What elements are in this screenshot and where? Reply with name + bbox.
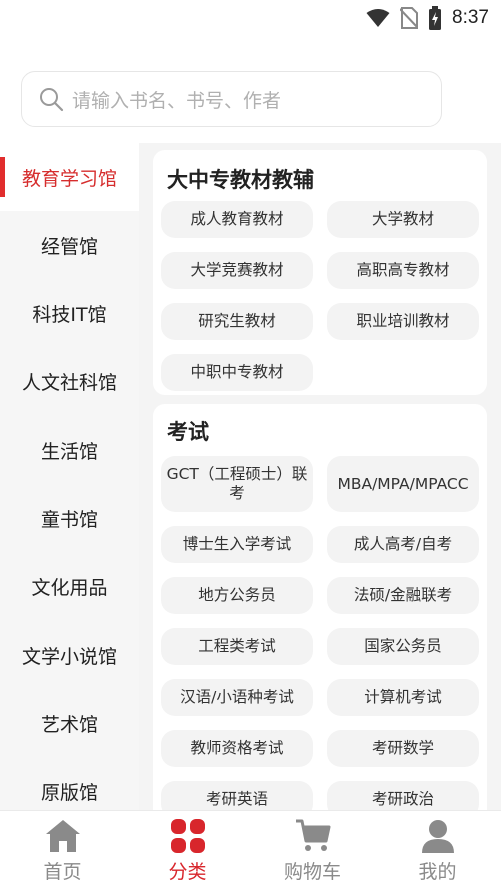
search-placeholder: 请输入书名、书号、作者: [72, 89, 282, 112]
nav-profile[interactable]: 我的: [375, 819, 500, 884]
status-time: 8:37: [452, 7, 489, 28]
category-content: 大中专教材教辅 成人教育教材 大学教材 大学竞赛教材 高职高专教材 研究生教材 …: [139, 143, 501, 810]
cart-icon: [295, 819, 330, 851]
sidebar-item-life[interactable]: 生活馆: [0, 416, 139, 484]
subcategory-chip[interactable]: 考研数学: [327, 730, 479, 767]
subcategory-chip[interactable]: MBA/MPA/MPACC: [327, 456, 479, 512]
nav-home-label: 首页: [43, 861, 82, 883]
wifi-icon: [366, 9, 390, 27]
status-bar: 8:37: [0, 0, 501, 36]
sidebar-item-stationery[interactable]: 文化用品: [0, 552, 139, 620]
nav-category[interactable]: 分类: [125, 819, 250, 884]
sidebar-item-fiction[interactable]: 文学小说馆: [0, 621, 139, 689]
subcategory-chip[interactable]: 考研英语: [161, 781, 313, 810]
subcategory-chip[interactable]: 成人高考/自考: [327, 526, 479, 563]
no-sim-icon: [400, 7, 419, 29]
subcategory-chip[interactable]: 高职高专教材: [327, 252, 479, 289]
subcategory-chip[interactable]: 地方公务员: [161, 577, 313, 614]
subcategory-chip[interactable]: 考研政治: [327, 781, 479, 810]
search-icon: [40, 88, 64, 112]
sidebar-item-education[interactable]: 教育学习馆: [0, 143, 139, 211]
subcategory-chip[interactable]: 工程类考试: [161, 628, 313, 665]
sidebar-item-art[interactable]: 艺术馆: [0, 689, 139, 757]
section-title: 考试: [167, 420, 209, 444]
category-icon: [170, 819, 205, 853]
bottom-nav: 首页 分类 购物车 我的: [0, 810, 501, 893]
nav-category-label: 分类: [168, 861, 207, 883]
nav-cart[interactable]: 购物车: [250, 819, 375, 884]
status-icons: 8:37: [366, 6, 489, 30]
sidebar-item-economics[interactable]: 经管馆: [0, 211, 139, 279]
subcategory-chip[interactable]: GCT（工程硕士）联考: [161, 456, 313, 512]
subcategory-chip[interactable]: 教师资格考试: [161, 730, 313, 767]
subcategory-chip[interactable]: 职业培训教材: [327, 303, 479, 340]
search-input[interactable]: 请输入书名、书号、作者: [21, 71, 442, 127]
sidebar-item-children[interactable]: 童书馆: [0, 484, 139, 552]
section-title: 大中专教材教辅: [167, 168, 314, 192]
sidebar-item-tech-it[interactable]: 科技IT馆: [0, 279, 139, 347]
subcategory-chip[interactable]: 博士生入学考试: [161, 526, 313, 563]
subcategory-chip[interactable]: 法硕/金融联考: [327, 577, 479, 614]
profile-icon: [421, 820, 454, 853]
subcategory-chip[interactable]: 汉语/小语种考试: [161, 679, 313, 716]
section-card-textbooks: 大中专教材教辅 成人教育教材 大学教材 大学竞赛教材 高职高专教材 研究生教材 …: [153, 150, 487, 395]
subcategory-chip[interactable]: 大学教材: [327, 201, 479, 238]
subcategory-chip[interactable]: 计算机考试: [327, 679, 479, 716]
category-sidebar: 教育学习馆 经管馆 科技IT馆 人文社科馆 生活馆 童书馆 文化用品 文学小说馆…: [0, 143, 139, 810]
subcategory-chip[interactable]: 成人教育教材: [161, 201, 313, 238]
subcategory-chip[interactable]: 大学竞赛教材: [161, 252, 313, 289]
sidebar-item-humanities[interactable]: 人文社科馆: [0, 347, 139, 415]
subcategory-chip[interactable]: 研究生教材: [161, 303, 313, 340]
section-card-exams: 考试 GCT（工程硕士）联考 MBA/MPA/MPACC 博士生入学考试 成人高…: [153, 404, 487, 810]
nav-home[interactable]: 首页: [0, 819, 125, 884]
nav-cart-label: 购物车: [283, 861, 341, 883]
subcategory-chip[interactable]: 中职中专教材: [161, 354, 313, 391]
subcategory-chip[interactable]: 国家公务员: [327, 628, 479, 665]
home-icon: [45, 820, 80, 852]
battery-icon: [429, 6, 442, 30]
nav-profile-label: 我的: [418, 861, 457, 883]
